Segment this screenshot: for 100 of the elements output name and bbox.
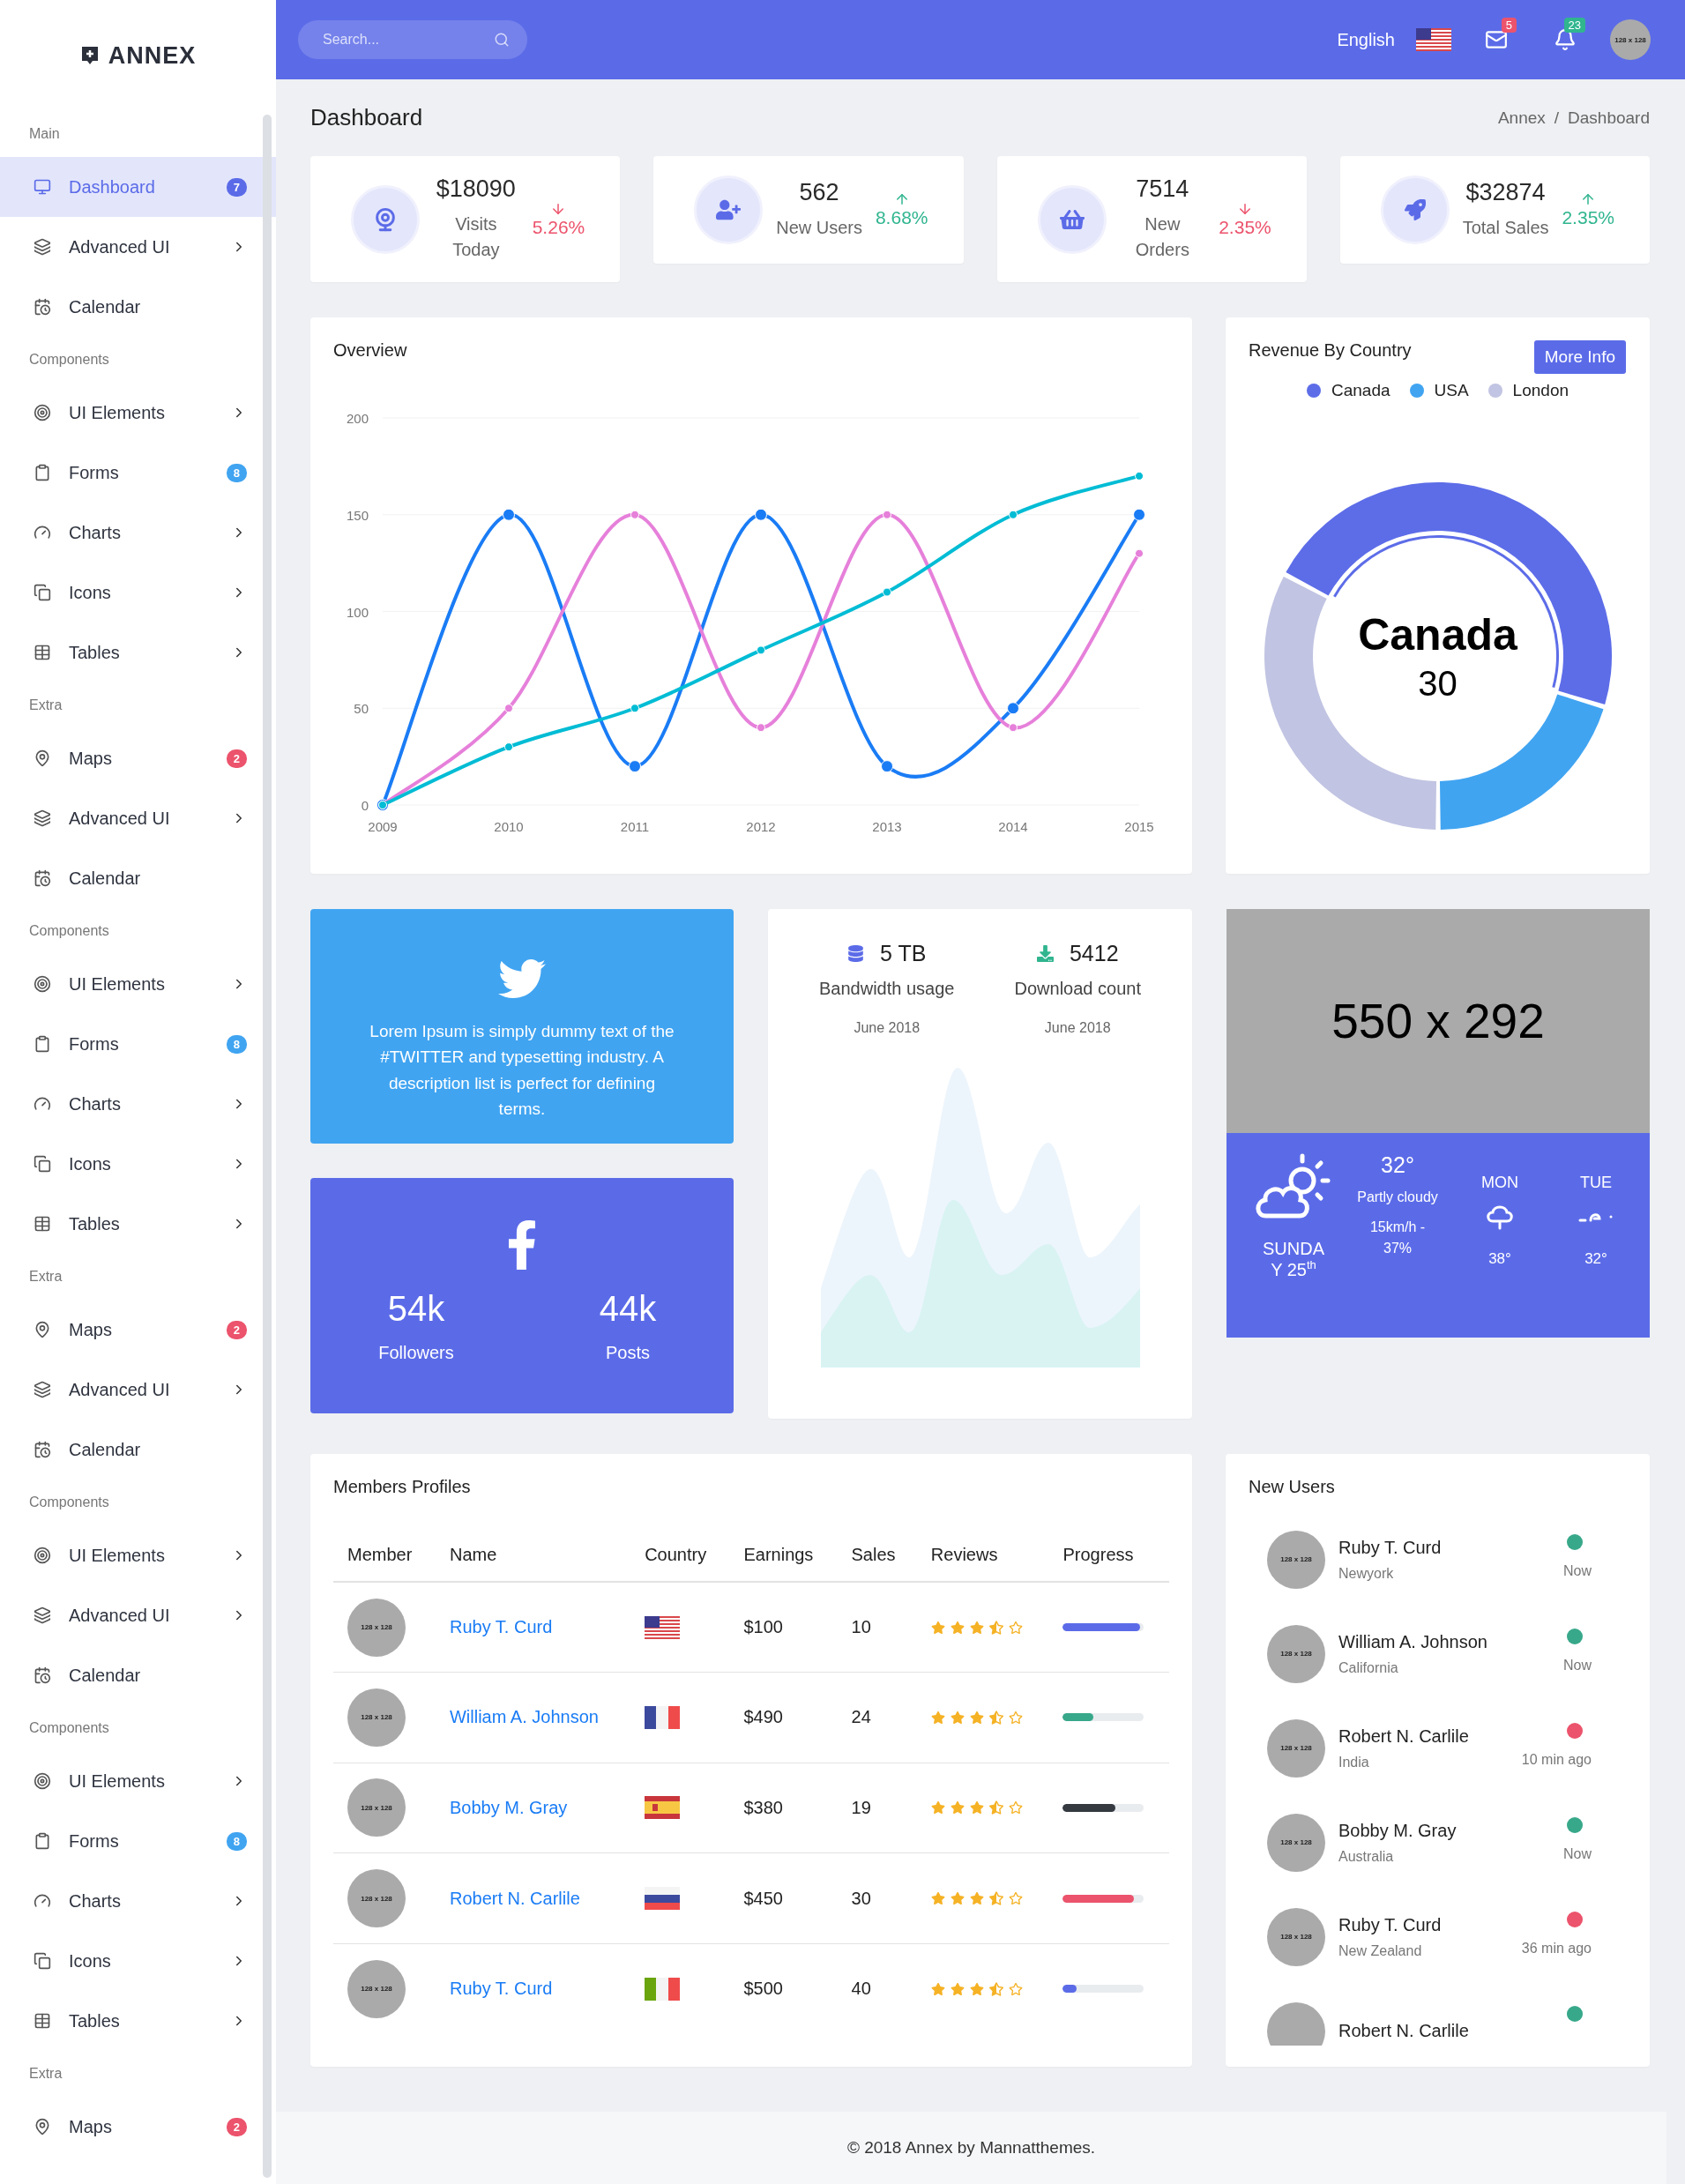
sidebar-item[interactable]: Advanced UI xyxy=(0,788,276,848)
breadcrumb-link[interactable]: Dashboard xyxy=(1568,108,1650,128)
card-title: Overview xyxy=(333,340,408,361)
sidebar-item[interactable]: UI Elements xyxy=(0,1751,276,1811)
star-icon xyxy=(988,1981,1003,1996)
sidebar-item[interactable]: Charts xyxy=(0,1074,276,1134)
search-icon[interactable] xyxy=(494,32,510,48)
sidebar-item[interactable]: Dashboard 7 xyxy=(0,157,276,217)
user-avatar[interactable]: 128 x 128 xyxy=(1610,19,1651,60)
usage-label: Bandwidth usage xyxy=(819,979,955,999)
sidebar-item[interactable]: Icons xyxy=(0,1931,276,1991)
sidebar-label: Maps xyxy=(69,748,113,769)
logo-text: ANNEX xyxy=(108,41,197,70)
stat-change: 5.26% xyxy=(532,216,585,238)
sidebar-item[interactable]: UI Elements xyxy=(0,954,276,1014)
legend-label: USA xyxy=(1434,381,1469,400)
user-time: 36 min ago xyxy=(1521,1941,1592,1957)
star-icon xyxy=(930,1710,945,1725)
point xyxy=(1135,548,1144,558)
axis-label: 2009 xyxy=(368,819,398,834)
usage-value: 5412 xyxy=(1069,941,1119,966)
card-title: Revenue By Country xyxy=(1249,340,1412,361)
sidebar-item[interactable]: Advanced UI xyxy=(0,1360,276,1420)
member-name-link[interactable]: Ruby T. Curd xyxy=(449,1979,553,1999)
notification-badge: 23 xyxy=(1563,18,1585,33)
star-icon xyxy=(1008,1710,1023,1725)
mail-icon[interactable] xyxy=(1485,28,1508,51)
sidebar-label: Calendar xyxy=(69,296,142,317)
sidebar-label: Advanced UI xyxy=(69,1379,171,1400)
card-title: New Users xyxy=(1249,1477,1336,1497)
sidebar-item[interactable]: Forms 8 xyxy=(0,1014,276,1074)
breadcrumb-link[interactable]: Annex xyxy=(1497,108,1546,128)
sidebar-label: Icons xyxy=(69,582,112,603)
user-location: India xyxy=(1338,1754,1370,1770)
weather-day: SUNDAY 25$^{th}$ xyxy=(1260,1239,1327,1280)
star-icon xyxy=(950,1710,965,1725)
user-name: Bobby M. Gray xyxy=(1338,1820,1458,1841)
twitter-text: Lorem Ipsum is simply dummy text of the #TWITTER and typesetting industry. A description list is perfect for defining terms. xyxy=(369,1021,675,1121)
sidebar-item[interactable]: Maps 2 xyxy=(0,728,276,788)
section-label: Components xyxy=(28,351,110,369)
usage-date: June 2018 xyxy=(854,1020,921,1036)
sidebar-item[interactable]: Forms 8 xyxy=(0,1811,276,1871)
sidebar-item[interactable]: Advanced UI xyxy=(0,1585,276,1645)
map-pin-icon xyxy=(34,749,51,767)
donut-center-title: Canada xyxy=(1358,608,1517,660)
stat-value: 7514 xyxy=(1136,175,1189,203)
sidebar-item[interactable]: Charts xyxy=(0,1871,276,1931)
sidebar-item[interactable]: Maps 2 xyxy=(0,1300,276,1360)
axis-label: 2014 xyxy=(998,819,1028,834)
more-info-button[interactable]: More Info xyxy=(1533,340,1626,374)
sidebar-item[interactable]: Advanced UI xyxy=(0,217,276,277)
member-name-link[interactable]: William A. Johnson xyxy=(449,1707,599,1727)
sidebar-label: Forms xyxy=(69,1830,120,1852)
sidebar-label: Tables xyxy=(69,642,121,663)
section-label: Components xyxy=(28,1494,110,1511)
sidebar-item[interactable]: Calendar xyxy=(0,277,276,337)
logo-icon xyxy=(79,45,100,66)
language-label[interactable]: English xyxy=(1337,29,1395,50)
sidebar-label: Forms xyxy=(69,462,120,483)
sidebar-item[interactable]: Charts xyxy=(0,503,276,563)
sidebar-item[interactable]: Tables xyxy=(0,1194,276,1254)
member-name-link[interactable]: Ruby T. Curd xyxy=(449,1617,553,1637)
axis-label: 100 xyxy=(346,604,369,620)
sidebar-label: Tables xyxy=(69,1213,121,1234)
user-location: Australia xyxy=(1338,1848,1395,1865)
sidebar-label: Dashboard xyxy=(69,176,156,198)
sidebar-item[interactable]: Maps 2 xyxy=(0,2097,276,2157)
forecast-day: TUE xyxy=(1580,1174,1612,1192)
user-avatar: 128 x 128 xyxy=(1267,1530,1325,1589)
social-label: Followers xyxy=(378,1343,454,1363)
sidebar-item[interactable]: UI Elements xyxy=(0,383,276,443)
table-cell: $450 xyxy=(729,1852,838,1944)
target-icon xyxy=(34,404,51,421)
sidebar-label: Advanced UI xyxy=(69,1605,171,1626)
sidebar-item[interactable]: Tables xyxy=(0,1991,276,2051)
sidebar-item[interactable]: Icons xyxy=(0,1134,276,1194)
star-icon xyxy=(969,1710,984,1725)
member-name-link[interactable]: Robert N. Carlile xyxy=(449,1888,580,1908)
member-name-link[interactable]: Bobby M. Gray xyxy=(449,1798,568,1817)
sidebar-item[interactable]: Calendar xyxy=(0,848,276,908)
sidebar-item[interactable]: Calendar xyxy=(0,1645,276,1705)
star-icon xyxy=(969,1800,984,1815)
sidebar-item[interactable]: Forms 8 xyxy=(0,443,276,503)
scrollbar[interactable] xyxy=(263,115,272,2178)
bell-icon[interactable] xyxy=(1554,28,1577,51)
star-icon xyxy=(988,1710,1003,1725)
table-cell: 10 xyxy=(837,1582,917,1673)
sidebar-item[interactable]: Icons xyxy=(0,563,276,622)
count-badge: 8 xyxy=(226,463,247,482)
member-avatar: 128 x 128 xyxy=(347,1869,406,1928)
sidebar-item[interactable]: UI Elements xyxy=(0,1525,276,1585)
forecast-temperature: 32° xyxy=(1584,1250,1607,1268)
star-icon xyxy=(988,1800,1003,1815)
sidebar-label: UI Elements xyxy=(69,1545,166,1566)
user-name: Ruby T. Curd xyxy=(1338,1914,1443,1935)
stat-value: $18090 xyxy=(436,175,516,203)
axis-label: 2012 xyxy=(746,819,776,834)
sidebar-item[interactable]: Calendar xyxy=(0,1420,276,1480)
count-badge: 2 xyxy=(226,749,247,768)
sidebar-item[interactable]: Tables xyxy=(0,622,276,682)
